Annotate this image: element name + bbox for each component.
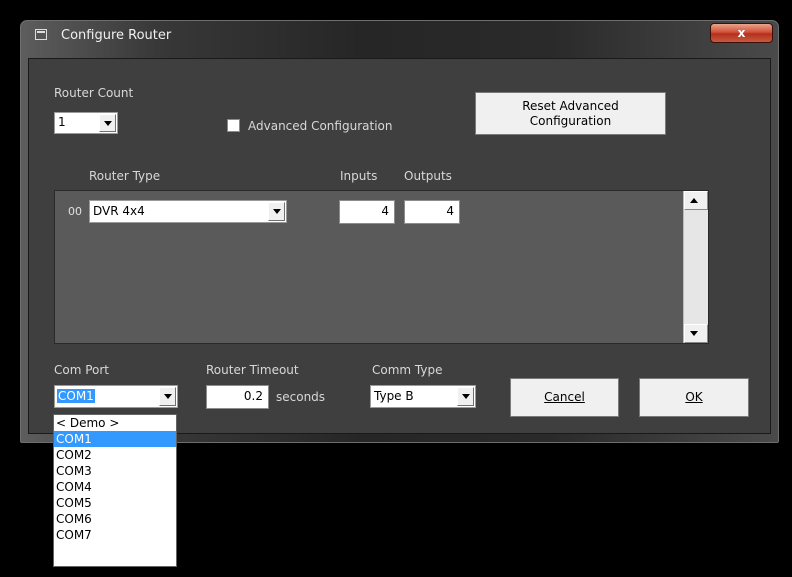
router-count-select[interactable]: 1 — [54, 112, 118, 134]
com-port-value: COM1 — [57, 389, 95, 403]
chevron-down-icon[interactable] — [268, 202, 285, 221]
scroll-up-icon[interactable] — [684, 191, 708, 210]
router-timeout-field[interactable]: 0.2 — [206, 385, 269, 409]
router-type-header: Router Type — [89, 169, 161, 183]
reset-button-line2: Configuration — [529, 114, 612, 128]
outputs-header: Outputs — [404, 169, 452, 183]
chevron-down-icon[interactable] — [457, 387, 474, 406]
com-port-option[interactable]: COM7 — [54, 527, 176, 543]
comm-type-value: Type B — [374, 389, 414, 403]
dialog-client-area: Router Count 1 Advanced Configuration Re… — [28, 58, 771, 434]
ok-button[interactable]: OK — [639, 378, 749, 417]
reset-advanced-configuration-button[interactable]: Reset Advanced Configuration — [475, 92, 666, 135]
router-list-scrollbar[interactable] — [683, 191, 708, 343]
router-timeout-label: Router Timeout — [206, 363, 299, 377]
com-port-option[interactable]: COM5 — [54, 495, 176, 511]
scroll-down-icon[interactable] — [684, 324, 708, 343]
cancel-button[interactable]: Cancel — [510, 378, 619, 417]
router-row-index: 00 — [68, 205, 82, 218]
inputs-field[interactable]: 4 — [339, 200, 395, 224]
com-port-option[interactable]: < Demo > — [54, 415, 176, 431]
outputs-field[interactable]: 4 — [404, 200, 460, 224]
inputs-header: Inputs — [340, 169, 378, 183]
router-count-label: Router Count — [54, 86, 134, 100]
chevron-down-icon[interactable] — [159, 387, 176, 406]
router-type-select[interactable]: DVR 4x4 — [89, 200, 287, 223]
com-port-select[interactable]: COM1 — [54, 385, 178, 408]
router-count-value: 1 — [58, 115, 66, 129]
router-list-panel: 00 DVR 4x4 4 4 — [54, 190, 709, 344]
com-port-option-selected[interactable]: COM1 — [54, 431, 176, 447]
advanced-configuration-label: Advanced Configuration — [248, 119, 393, 133]
configure-router-window: Configure Router x Router Count 1 Advanc… — [20, 20, 779, 443]
timeout-unit-label: seconds — [276, 390, 326, 404]
com-port-option[interactable]: COM4 — [54, 479, 176, 495]
com-port-option[interactable]: COM3 — [54, 463, 176, 479]
window-icon — [35, 29, 47, 40]
reset-button-line1: Reset Advanced — [522, 99, 619, 113]
com-port-label: Com Port — [54, 363, 110, 377]
router-type-value: DVR 4x4 — [93, 204, 145, 218]
com-port-option[interactable]: COM6 — [54, 511, 176, 527]
advanced-configuration-checkbox[interactable] — [227, 119, 240, 132]
com-port-dropdown-list: < Demo > COM1 COM2 COM3 COM4 COM5 COM6 C… — [53, 414, 177, 567]
com-port-option[interactable]: COM2 — [54, 447, 176, 463]
close-button[interactable]: x — [710, 23, 773, 43]
chevron-down-icon[interactable] — [99, 114, 116, 132]
window-title: Configure Router — [61, 28, 172, 43]
comm-type-label: Comm Type — [372, 363, 443, 377]
comm-type-select[interactable]: Type B — [370, 385, 476, 408]
